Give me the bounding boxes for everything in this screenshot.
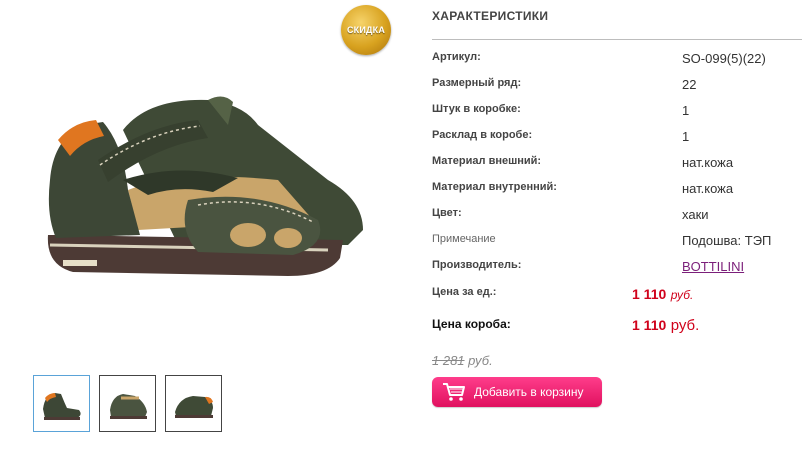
spec-row-pieces-per-box: Штук в коробке: 1 xyxy=(432,103,802,123)
spec-value: нат.кожа xyxy=(682,181,734,196)
sale-badge-label: СКИДКА xyxy=(346,25,386,35)
box-price-value: 1 110 xyxy=(632,317,667,333)
divider xyxy=(432,39,802,40)
spec-label: Размерный ряд: xyxy=(432,77,522,89)
spec-label: Цвет: xyxy=(432,207,462,219)
box-price-row: Цена короба: 1 110 руб. xyxy=(432,317,802,337)
box-price-label: Цена короба: xyxy=(432,317,511,331)
thumbnail-3[interactable] xyxy=(165,375,222,432)
unit-price-currency: руб. xyxy=(670,288,694,302)
spec-value: 1 xyxy=(682,129,690,144)
spec-row-color: Цвет: хаки xyxy=(432,207,802,227)
box-price-currency: руб. xyxy=(670,317,700,334)
spec-row-article: Артикул: SO-099(5)(22) xyxy=(432,51,802,71)
box-price: 1 110 руб. xyxy=(632,317,699,335)
spec-label: Штук в коробке: xyxy=(432,103,521,115)
old-price-currency: руб. xyxy=(468,353,493,368)
shopping-cart-icon xyxy=(443,383,465,401)
spec-label: Расклад в коробе: xyxy=(432,129,533,141)
spec-row-note: Примечание Подошва: ТЭП xyxy=(432,233,802,253)
spec-value: Подошва: ТЭП xyxy=(682,233,772,248)
unit-price: 1 110 руб. xyxy=(632,286,693,304)
spec-label: Артикул: xyxy=(432,51,481,63)
spec-value: хаки xyxy=(682,207,709,222)
thumbnail-strip xyxy=(33,375,222,432)
spec-label: Материал внешний: xyxy=(432,155,542,167)
spec-value: 1 xyxy=(682,103,690,118)
spec-row-size-range: Размерный ряд: 22 xyxy=(432,77,802,97)
old-price-value: 1 281 xyxy=(432,353,465,368)
unit-price-label: Цена за ед.: xyxy=(432,286,497,298)
spec-row-box-layout: Расклад в коробе: 1 xyxy=(432,129,802,149)
thumbnail-2-image xyxy=(109,393,147,419)
unit-price-value: 1 110 xyxy=(632,286,667,302)
spec-value: нат.кожа xyxy=(682,155,734,170)
thumbnail-2[interactable] xyxy=(99,375,156,432)
add-to-cart-label: Добавить в корзину xyxy=(474,385,584,399)
thumbnail-3-image xyxy=(174,395,213,418)
manufacturer-link[interactable]: BOTTILINI xyxy=(682,259,744,274)
spec-row-inner-material: Материал внутренний: нат.кожа xyxy=(432,181,802,201)
unit-price-row: Цена за ед.: 1 110 руб. xyxy=(432,286,802,306)
spec-value: 22 xyxy=(682,77,697,92)
thumbnail-1-image xyxy=(42,392,81,420)
spec-label: Материал внутренний: xyxy=(432,181,557,193)
spec-label: Примечание xyxy=(432,233,496,245)
spec-row-manufacturer: Производитель: BOTTILINI xyxy=(432,259,802,279)
product-gallery: СКИДКА xyxy=(0,0,410,467)
add-to-cart-button[interactable]: Добавить в корзину xyxy=(432,377,602,407)
product-main-photo[interactable] xyxy=(28,70,378,310)
spec-label: Производитель: xyxy=(432,259,522,271)
old-price: 1 281 руб. xyxy=(432,353,493,368)
characteristics-title: ХАРАКТЕРИСТИКИ xyxy=(432,9,549,23)
spec-value: SO-099(5)(22) xyxy=(682,51,766,66)
sale-badge: СКИДКА xyxy=(338,2,394,58)
thumbnail-1[interactable] xyxy=(33,375,90,432)
spec-row-outer-material: Материал внешний: нат.кожа xyxy=(432,155,802,175)
